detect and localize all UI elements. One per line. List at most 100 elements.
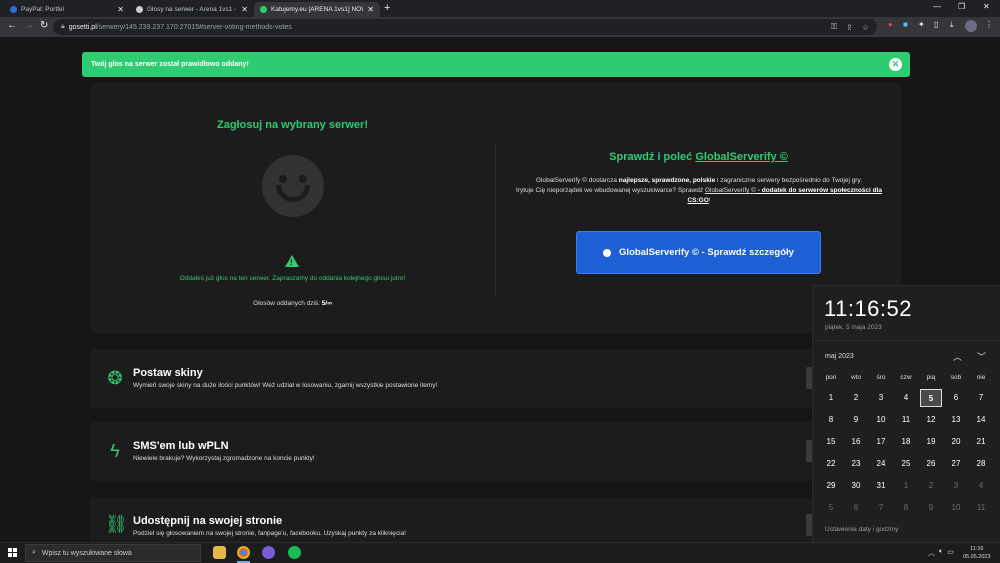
calendar-day[interactable]: 7 <box>870 499 892 517</box>
calendar-day[interactable]: 8 <box>895 499 917 517</box>
calendar-day[interactable]: 2 <box>920 477 942 495</box>
calendar-day[interactable]: 31 <box>870 477 892 495</box>
close-icon[interactable]: ✕ <box>889 58 902 71</box>
star-icon[interactable]: ☆ <box>862 23 869 32</box>
calendar-day[interactable]: 30 <box>845 477 867 495</box>
globalserverify-link[interactable]: GlobalServerify © <box>695 151 787 163</box>
calendar-day[interactable]: 21 <box>970 433 992 451</box>
share-icon[interactable]: ⇪ <box>846 23 853 32</box>
close-icon[interactable]: ✕ <box>367 5 374 14</box>
calendar-day[interactable]: 5 <box>820 499 842 517</box>
calendar-day[interactable]: 28 <box>970 455 992 473</box>
tab-paypal[interactable]: PayPal: Portfel ✕ <box>4 2 130 17</box>
address-bar[interactable]: 🔒︎ gosetti.pl/serwery/145.239.237.170:27… <box>53 19 877 35</box>
minimize-icon[interactable]: — <box>933 2 941 11</box>
calendar-day[interactable]: 10 <box>945 499 967 517</box>
messenger-icon[interactable] <box>262 546 275 559</box>
calendar-day[interactable]: 27 <box>945 455 967 473</box>
reload-icon[interactable]: ↻ <box>40 20 48 31</box>
avatar[interactable] <box>965 20 977 32</box>
calendar-month[interactable]: maj 2023 <box>825 353 854 360</box>
globalserverify-desc-link[interactable]: GlobalServerify © <box>705 187 756 194</box>
taskbar-date: 05.05.2023 <box>963 554 991 560</box>
globalserverify-details-button[interactable]: GlobalServerify © - Sprawdź szczegóły <box>576 231 821 274</box>
calendar-day[interactable]: 26 <box>920 455 942 473</box>
menu-icon[interactable]: ⋮ <box>985 20 993 29</box>
calendar-day[interactable]: 3 <box>870 389 892 407</box>
calendar-day[interactable]: 11 <box>895 411 917 429</box>
calendar-day[interactable]: 6 <box>845 499 867 517</box>
search-icon: ⌕ <box>32 549 36 556</box>
calendar-day[interactable]: 10 <box>870 411 892 429</box>
card-title: SMS'em lub wPLN <box>133 440 229 452</box>
calendar-day[interactable]: 15 <box>820 433 842 451</box>
tab-gosetti[interactable]: Głosy na serwer - Arena 1vs1 - ArenaVsAr… <box>130 2 254 17</box>
forward-icon[interactable]: → <box>24 20 34 31</box>
new-tab-button[interactable]: + <box>384 2 390 14</box>
taskbar-search[interactable]: ⌕ Wpisz tu wyszukiwane słowa <box>25 544 201 562</box>
calendar-day[interactable]: 1 <box>820 389 842 407</box>
calendar-day[interactable]: 2 <box>845 389 867 407</box>
calendar-day[interactable]: 8 <box>820 411 842 429</box>
calendar-day[interactable]: 9 <box>920 499 942 517</box>
calendar-day[interactable]: 13 <box>945 411 967 429</box>
paypal-icon <box>10 6 17 13</box>
close-window-icon[interactable]: ✕ <box>983 2 990 11</box>
speaker-icon[interactable]: 🔈︎ <box>939 548 943 558</box>
calendar-day[interactable]: 23 <box>845 455 867 473</box>
sidebar-icon[interactable]: ▯ <box>934 20 938 29</box>
card-postaw-skiny[interactable]: ❂ Postaw skiny Wymień swoje skiny na duż… <box>90 349 901 408</box>
already-voted-message: Oddałeś już głos na ten serwer. Zaprasza… <box>179 275 406 282</box>
card-desc: Wymień swoje skiny na duże ilości punktó… <box>133 382 438 389</box>
globe-icon <box>260 6 267 13</box>
close-icon[interactable]: ✕ <box>117 5 124 14</box>
calendar-day[interactable]: 9 <box>845 411 867 429</box>
vote-title: Zagłosuj na wybrany serwer! <box>217 119 368 131</box>
taskbar-clock[interactable]: 11:16 05.05.2023 <box>963 545 991 561</box>
puzzle-icon[interactable]: ✦ <box>918 20 925 29</box>
file-explorer-icon[interactable] <box>213 546 226 559</box>
tab-strip: PayPal: Portfel ✕ Głosy na serwer - Aren… <box>0 0 1000 17</box>
chrome-icon[interactable] <box>237 546 250 559</box>
calendar-day[interactable]: 4 <box>895 389 917 407</box>
calendar-day[interactable]: 1 <box>895 477 917 495</box>
calendar-day[interactable]: 12 <box>920 411 942 429</box>
calendar-day[interactable]: 11 <box>970 499 992 517</box>
desc-text: i zagraniczne serwery bezpośrednio do Tw… <box>717 177 863 184</box>
calendar-day[interactable]: 14 <box>970 411 992 429</box>
chevron-up-icon[interactable]: ︿ <box>953 350 962 363</box>
calendar-day[interactable]: 25 <box>895 455 917 473</box>
back-icon[interactable]: ← <box>7 20 17 31</box>
windows-start-icon[interactable] <box>8 548 17 557</box>
download-icon[interactable]: ⤓ <box>950 20 954 30</box>
card-share[interactable]: ⛓ Udostępnij na swojej stronie Podziel s… <box>90 498 901 542</box>
extension-icon[interactable]: ● <box>888 20 893 29</box>
calendar-day[interactable]: 22 <box>820 455 842 473</box>
url-path: /serwery/145.239.237.170:27015#server-vo… <box>96 23 292 31</box>
key-icon[interactable]: ⚿ <box>831 22 837 32</box>
extension-icon[interactable]: ■ <box>903 20 908 29</box>
person-icon <box>136 6 143 13</box>
calendar-day[interactable]: 4 <box>970 477 992 495</box>
calendar-day[interactable]: 7 <box>970 389 992 407</box>
close-icon[interactable]: ✕ <box>241 5 248 14</box>
calendar-day[interactable]: 17 <box>870 433 892 451</box>
network-icon[interactable]: ▭ <box>947 548 954 558</box>
calendar-day[interactable]: 20 <box>945 433 967 451</box>
calendar-day[interactable]: 24 <box>870 455 892 473</box>
card-desc: Niewiele brakuje? Wykorzystaj zgromadzon… <box>133 455 315 462</box>
card-sms[interactable]: ϟ SMS'em lub wPLN Niewiele brakuje? Wyko… <box>90 422 901 481</box>
spotify-icon[interactable] <box>288 546 301 559</box>
calendar-day[interactable]: 6 <box>945 389 967 407</box>
calendar-day[interactable]: 19 <box>920 433 942 451</box>
tab-katujemy[interactable]: Katujemy.eu [ARENA 1vs1] NOWOŚCI ✕ <box>254 2 380 17</box>
calendar-day[interactable]: 29 <box>820 477 842 495</box>
calendar-day[interactable]: 18 <box>895 433 917 451</box>
restore-icon[interactable]: ❐ <box>958 2 965 11</box>
calendar-day[interactable]: 16 <box>845 433 867 451</box>
calendar-day[interactable]: 3 <box>945 477 967 495</box>
chevron-down-icon[interactable]: ﹀ <box>977 350 986 363</box>
chevron-up-icon[interactable]: ︿ <box>928 548 935 558</box>
calendar-day[interactable]: 5 <box>920 389 942 407</box>
date-time-settings-link[interactable]: Ustawienia daty i godziny <box>825 526 898 533</box>
